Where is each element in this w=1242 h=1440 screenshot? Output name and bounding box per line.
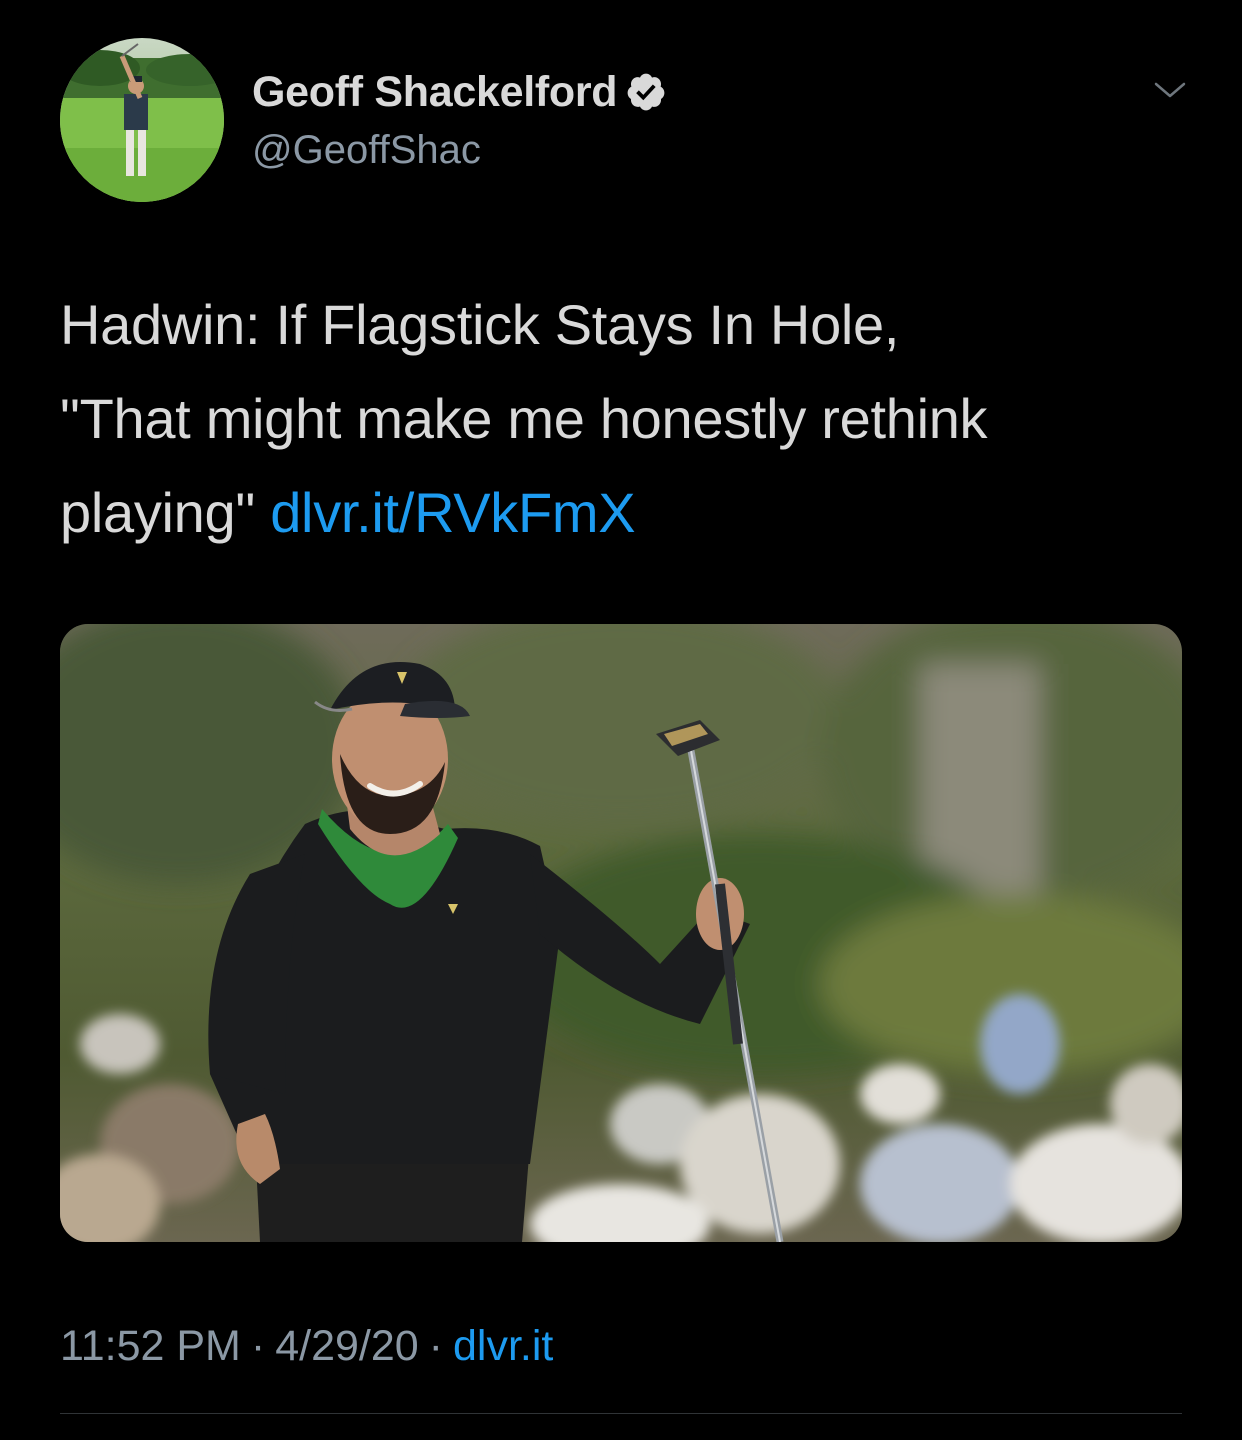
tweet-time[interactable]: 11:52 PM (60, 1322, 241, 1370)
display-name[interactable]: Geoff Shackelford (252, 66, 618, 118)
author-handle[interactable]: @GeoffShac (252, 126, 481, 174)
tweet-text-segment: playing" (60, 481, 271, 544)
avatar[interactable] (60, 38, 224, 202)
tweet-link[interactable]: dlvr.it/RVkFmX (270, 481, 635, 544)
author-name-row[interactable]: Geoff Shackelford (252, 66, 667, 118)
verified-badge-icon (625, 71, 667, 113)
tweet-photo[interactable] (60, 624, 1182, 1242)
tweet-source[interactable]: dlvr.it (453, 1322, 553, 1370)
meta-separator: · (428, 1322, 443, 1370)
tweet-meta: 11:52 PM · 4/29/20 · dlvr.it (60, 1318, 553, 1374)
tweet-text-line: Hadwin: If Flagstick Stays In Hole, (60, 293, 900, 356)
tweet-text-line: playing" dlvr.it/RVkFmX (60, 466, 1190, 560)
tweet-text: Hadwin: If Flagstick Stays In Hole, "Tha… (60, 278, 1190, 560)
tweet-text-line: "That might make me honestly rethink (60, 387, 988, 450)
chevron-down-icon[interactable] (1150, 70, 1190, 110)
tweet-date[interactable]: 4/29/20 (275, 1322, 418, 1370)
divider (60, 1413, 1182, 1414)
meta-separator: · (250, 1322, 266, 1370)
tweet: Geoff Shackelford @GeoffShac Hadwin: If … (0, 0, 1242, 1440)
